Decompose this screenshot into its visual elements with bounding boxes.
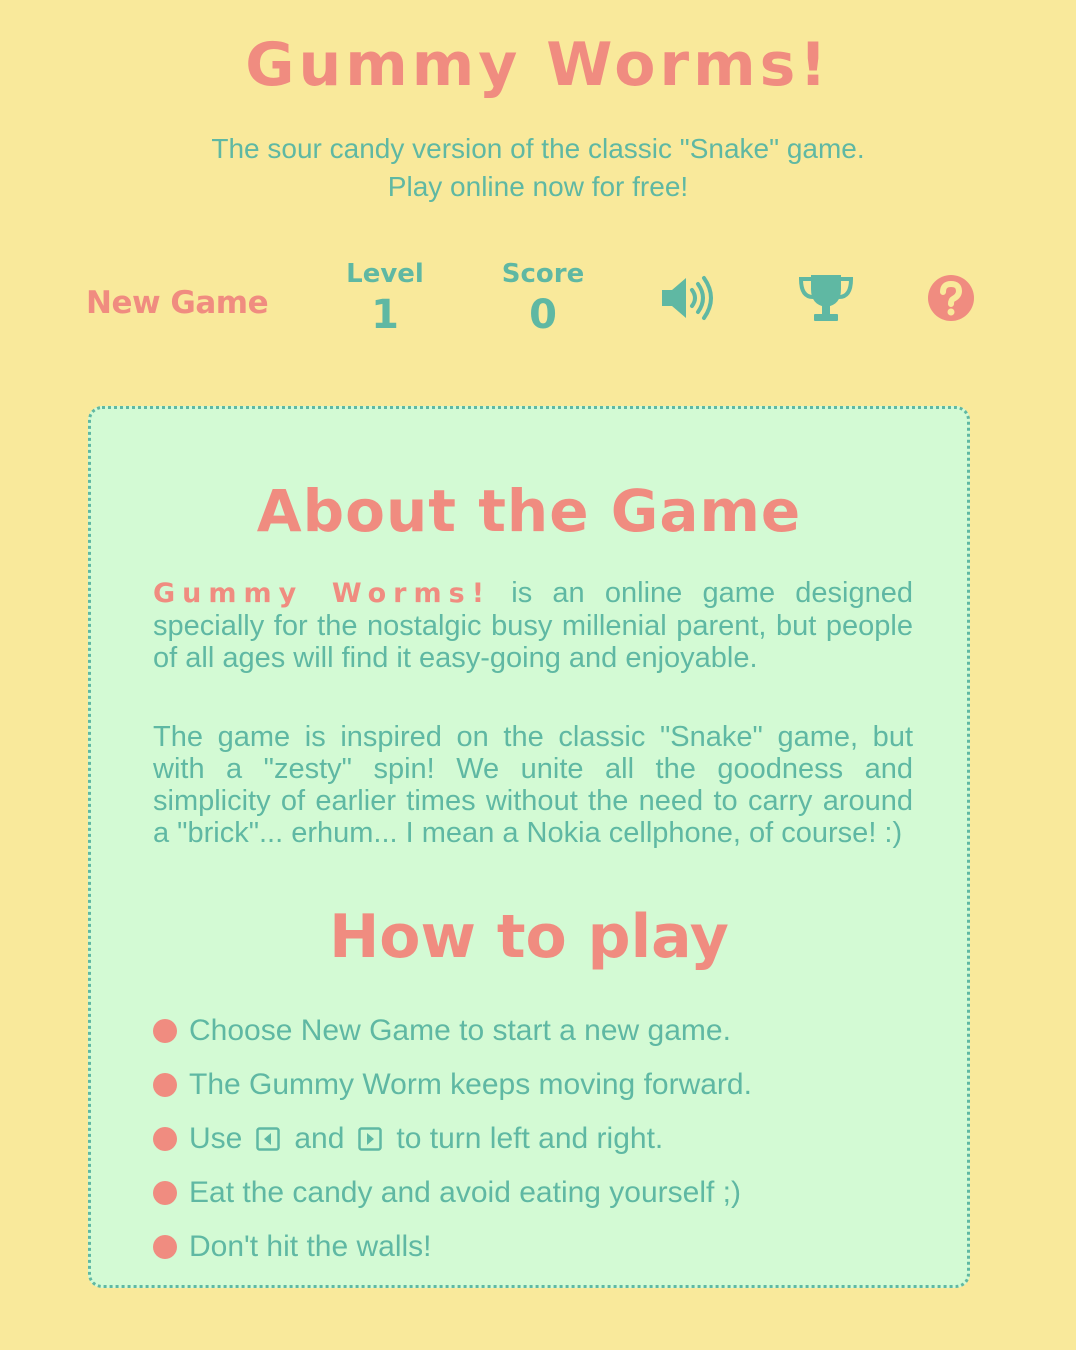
score-label: Score — [501, 259, 585, 289]
speaker-icon[interactable] — [660, 275, 718, 325]
right-arrow-key-icon — [358, 1127, 383, 1151]
list-item: Use and to turn left and right. — [153, 1112, 933, 1166]
help-icon[interactable] — [927, 274, 975, 326]
list-item-text: to turn left and right. — [396, 1122, 664, 1155]
about-paragraph-2: The game is inspired on the classic "Sna… — [153, 721, 913, 849]
bullet-icon — [153, 1235, 177, 1259]
subtitle-line-1: The sour candy version of the classic "S… — [211, 133, 865, 164]
level-stat: Level 1 — [325, 259, 445, 341]
left-arrow-key-icon — [256, 1127, 281, 1151]
howto-heading: How to play — [329, 902, 729, 972]
about-paragraph-1: Gummy Worms! is an online game designed … — [153, 577, 913, 674]
subtitle-line-2: Play online now for free! — [387, 171, 689, 202]
new-game-button[interactable]: New Game — [86, 285, 269, 321]
list-item: Choose New Game to start a new game. — [153, 1004, 933, 1058]
brand-name: Gummy Worms! — [153, 578, 492, 609]
level-value: 1 — [371, 292, 399, 338]
about-heading: About the Game — [256, 477, 802, 545]
level-label: Level — [346, 259, 424, 289]
list-item-text: and — [294, 1122, 345, 1155]
list-item-text: Use — [189, 1122, 243, 1155]
page-title: Gummy Worms! — [245, 30, 831, 100]
bullet-icon — [153, 1127, 177, 1151]
score-stat: Score 0 — [483, 259, 603, 341]
about-panel: About the Game Gummy Worms! is an online… — [88, 406, 970, 1288]
list-item-text: Eat the candy and avoid eating yourself … — [189, 1176, 742, 1209]
subtitle: The sour candy version of the classic "S… — [0, 130, 1076, 206]
list-item: Eat the candy and avoid eating yourself … — [153, 1166, 933, 1220]
bullet-icon — [153, 1073, 177, 1097]
list-item: Don't hit the walls! — [153, 1220, 933, 1274]
bullet-icon — [153, 1181, 177, 1205]
list-item-text: Choose New Game to start a new game. — [189, 1014, 731, 1047]
bullet-icon — [153, 1019, 177, 1043]
trophy-icon[interactable] — [797, 273, 855, 327]
score-value: 0 — [529, 292, 557, 338]
howto-list: Choose New Game to start a new game. The… — [153, 1004, 933, 1274]
list-item-text: Don't hit the walls! — [189, 1230, 432, 1263]
list-item-text: The Gummy Worm keeps moving forward. — [189, 1068, 752, 1101]
list-item: The Gummy Worm keeps moving forward. — [153, 1058, 933, 1112]
game-toolbar: New Game Level 1 Score 0 — [0, 255, 1076, 355]
